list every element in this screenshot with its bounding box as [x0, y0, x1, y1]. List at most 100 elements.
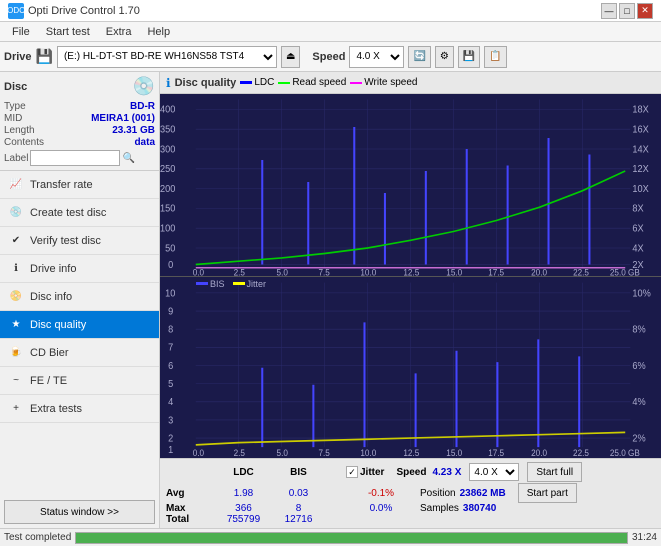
eject-button[interactable]: ⏏ [281, 46, 300, 68]
svg-text:50: 50 [165, 243, 175, 254]
info-button[interactable]: 📋 [484, 46, 506, 68]
svg-text:4X: 4X [632, 243, 644, 254]
svg-text:25.0 GB: 25.0 GB [610, 447, 640, 458]
disc-label-label: Label [4, 153, 28, 164]
nav-drive-info[interactable]: ℹ Drive info [0, 255, 159, 283]
right-panel: ℹ Disc quality LDC Read speed Write spee… [160, 72, 661, 528]
title-bar: ODC Opti Drive Control 1.70 — □ ✕ [0, 0, 661, 22]
bis-total: 12716 [271, 514, 326, 525]
svg-text:100: 100 [160, 223, 175, 234]
nav-extra-tests[interactable]: + Extra tests [0, 395, 159, 423]
close-button[interactable]: ✕ [637, 3, 653, 19]
stats-total-row: Total 755799 12716 [166, 514, 655, 525]
menu-start-test[interactable]: Start test [38, 24, 98, 40]
legend-write-speed: Write speed [350, 77, 417, 88]
svg-text:16X: 16X [632, 124, 649, 135]
svg-text:7.5: 7.5 [318, 447, 330, 458]
svg-text:10%: 10% [632, 287, 651, 299]
nav-verify-test-disc[interactable]: ✔ Verify test disc [0, 227, 159, 255]
nav-create-test-disc[interactable]: 💿 Create test disc [0, 199, 159, 227]
disc-type-value: BD-R [130, 101, 155, 112]
svg-text:7.5: 7.5 [318, 267, 330, 275]
svg-text:12X: 12X [632, 164, 649, 175]
disc-quality-icon: ★ [8, 317, 24, 333]
menu-file[interactable]: File [4, 24, 38, 40]
jitter-max: 0.0% [346, 503, 416, 514]
svg-text:8: 8 [168, 324, 173, 336]
svg-text:12.5: 12.5 [403, 447, 419, 458]
nav-disc-info[interactable]: 📀 Disc info [0, 283, 159, 311]
ldc-total: 755799 [216, 514, 271, 525]
bis-max: 8 [271, 503, 326, 514]
status-window-button[interactable]: Status window >> [4, 500, 155, 524]
progress-bar-container [75, 532, 628, 544]
svg-text:5.0: 5.0 [277, 267, 289, 275]
speed-stats-select[interactable]: 4.0 X [469, 463, 519, 481]
svg-text:250: 250 [160, 164, 175, 175]
refresh-button[interactable]: 🔄 [408, 46, 430, 68]
charts-area: 400 350 300 250 200 150 100 50 0 18X 16X… [160, 94, 661, 458]
svg-text:2.5: 2.5 [234, 267, 246, 275]
status-text: Test completed [4, 532, 71, 543]
menu-help[interactable]: Help [139, 24, 178, 40]
svg-text:350: 350 [160, 124, 175, 135]
svg-text:7: 7 [168, 342, 173, 354]
avg-row-label: Avg [166, 488, 216, 499]
bis-legend-label: BIS [210, 279, 225, 289]
bis-avg: 0.03 [271, 488, 326, 499]
nav-fe-te[interactable]: ~ FE / TE [0, 367, 159, 395]
samples-value: 380740 [463, 503, 496, 514]
nav-cd-bier[interactable]: 🍺 CD Bier [0, 339, 159, 367]
disc-mid-label: MID [4, 113, 22, 124]
disc-contents-label: Contents [4, 137, 44, 148]
svg-text:15.0: 15.0 [446, 447, 462, 458]
disc-info-icon: 📀 [8, 289, 24, 305]
extra-tests-icon: + [8, 401, 24, 417]
svg-text:3: 3 [168, 414, 173, 426]
minimize-button[interactable]: — [601, 3, 617, 19]
transfer-rate-icon: 📈 [8, 177, 24, 193]
svg-text:12.5: 12.5 [403, 267, 419, 275]
svg-text:150: 150 [160, 203, 175, 214]
nav-transfer-rate[interactable]: 📈 Transfer rate [0, 171, 159, 199]
svg-text:2%: 2% [632, 433, 646, 445]
speed-select[interactable]: 4.0 X [349, 46, 404, 68]
svg-text:1: 1 [168, 444, 173, 456]
create-test-disc-icon: 💿 [8, 205, 24, 221]
jitter-column-header: Jitter [360, 467, 384, 478]
drive-info-icon: ℹ [8, 261, 24, 277]
start-full-button[interactable]: Start full [527, 462, 582, 482]
bottom-chart-svg: 10 9 8 7 6 5 4 3 2 1 10% 8% 6% 4% 2% [160, 277, 661, 459]
verify-test-disc-icon: ✔ [8, 233, 24, 249]
nav-disc-quality[interactable]: ★ Disc quality [0, 311, 159, 339]
svg-text:6X: 6X [632, 223, 644, 234]
start-part-button[interactable]: Start part [518, 483, 577, 503]
drive-select[interactable]: (E:) HL-DT-ST BD-RE WH16NS58 TST4 [57, 46, 277, 68]
svg-text:10.0: 10.0 [360, 267, 376, 275]
speed-label: Speed [312, 51, 345, 63]
disc-label-input[interactable] [30, 150, 120, 166]
save-button[interactable]: 💾 [458, 46, 480, 68]
svg-text:8X: 8X [632, 203, 644, 214]
start-buttons: Start full [527, 462, 582, 482]
svg-text:300: 300 [160, 144, 175, 155]
disc-length-label: Length [4, 125, 35, 136]
settings-button[interactable]: ⚙ [435, 46, 454, 68]
jitter-avg: -0.1% [346, 488, 416, 499]
left-panel: Disc 💿 Type BD-R MID MEIRA1 (001) Length… [0, 72, 160, 528]
menu-extra[interactable]: Extra [98, 24, 140, 40]
disc-type-label: Type [4, 101, 26, 112]
app-title: Opti Drive Control 1.70 [28, 5, 140, 17]
svg-text:8%: 8% [632, 324, 646, 336]
nav-items: 📈 Transfer rate 💿 Create test disc ✔ Ver… [0, 171, 159, 496]
main-layout: Disc 💿 Type BD-R MID MEIRA1 (001) Length… [0, 72, 661, 528]
maximize-button[interactable]: □ [619, 3, 635, 19]
chart-title: Disc quality [175, 77, 237, 89]
svg-text:18X: 18X [632, 104, 649, 115]
bis-column-header: BIS [271, 467, 326, 478]
label-edit-icon[interactable]: 🔍 [122, 153, 134, 164]
jitter-checkbox[interactable]: ✓ [346, 466, 358, 478]
app-icon: ODC [8, 3, 24, 19]
disc-section-label: Disc [4, 81, 27, 93]
stats-avg-row: Avg 1.98 0.03 -0.1% Position 23862 MB St… [166, 483, 655, 503]
